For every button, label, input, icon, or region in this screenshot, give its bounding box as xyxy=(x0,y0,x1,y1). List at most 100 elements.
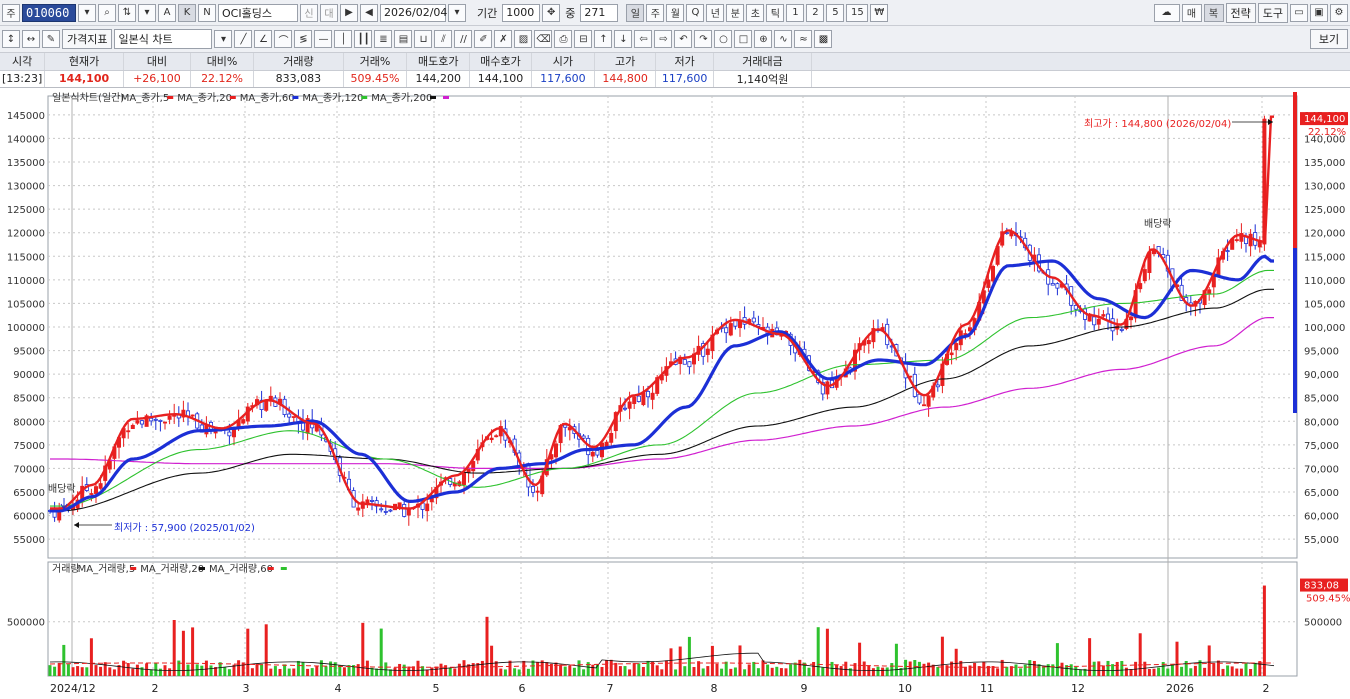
period-day-button[interactable]: 일 xyxy=(626,3,645,22)
cross-icon[interactable]: ✗ xyxy=(494,30,513,48)
candle-body xyxy=(167,415,172,420)
period-quarter-button[interactable]: Q xyxy=(686,3,705,22)
candle-body xyxy=(471,461,476,472)
price-tick-left: 90000 xyxy=(13,370,45,381)
folder-icon[interactable]: ▭ xyxy=(1290,3,1308,22)
interval-1-button[interactable]: 1 xyxy=(786,3,805,22)
period-week-button[interactable]: 주 xyxy=(646,3,665,22)
volume-bar xyxy=(917,661,921,676)
cycle-icon[interactable]: ⊔ xyxy=(414,30,433,48)
candle-body xyxy=(130,424,135,429)
volume-bar xyxy=(522,660,526,676)
volume-bar xyxy=(674,669,678,676)
volume-bar xyxy=(57,662,61,676)
arrow-right-icon[interactable]: ⇨ xyxy=(654,30,673,48)
view-button[interactable]: 보기 xyxy=(1310,29,1348,49)
count-input[interactable]: 271 xyxy=(580,3,619,22)
code-prefix[interactable]: 주 xyxy=(2,3,20,22)
parallel-icon[interactable]: // xyxy=(454,30,473,48)
save-icon[interactable]: ▣ xyxy=(1310,3,1328,22)
grid-lines-icon[interactable]: ┃┃ xyxy=(354,30,373,48)
quote-open: 117,600 xyxy=(531,70,595,87)
fibo-icon[interactable]: ≣ xyxy=(374,30,393,48)
arrow-down-icon[interactable]: ↓ xyxy=(614,30,633,48)
strategy-button[interactable]: 전략 xyxy=(1225,2,1256,23)
interval-2-button[interactable]: 2 xyxy=(806,3,825,22)
candle-body xyxy=(531,486,536,493)
mode-a-button[interactable]: A xyxy=(158,3,176,22)
eraser-icon[interactable]: ⌫ xyxy=(534,30,553,48)
edit-icon[interactable]: ✎ xyxy=(42,30,60,48)
angle-icon[interactable]: ∠ xyxy=(254,30,273,48)
color-icon[interactable]: ▨ xyxy=(514,30,533,48)
price-tick-left: 100000 xyxy=(7,323,45,334)
volume-bar xyxy=(1249,668,1253,676)
wave2-icon[interactable]: ≈ xyxy=(794,30,813,48)
zoom-icon[interactable]: ⊕ xyxy=(754,30,773,48)
trendline-icon[interactable]: ╱ xyxy=(234,30,253,48)
mode-n-button[interactable]: N xyxy=(198,3,216,22)
back-icon[interactable]: ◀ xyxy=(360,3,378,22)
date-input[interactable]: 2026/02/04 xyxy=(380,3,447,22)
channel-icon[interactable]: ⫽ xyxy=(434,30,453,48)
multi-button[interactable]: 복 xyxy=(1203,3,1224,22)
cloud-icon[interactable]: ☁ xyxy=(1153,3,1180,22)
table-icon[interactable]: ▤ xyxy=(394,30,413,48)
volume-legend-item: MA_거래량,60 xyxy=(209,563,273,575)
volume-bar xyxy=(678,646,682,676)
sort-dropdown-icon[interactable]: ▾ xyxy=(138,3,156,22)
search-icon[interactable]: ⌕ xyxy=(98,3,116,22)
camera-icon[interactable]: ⎙ xyxy=(554,30,573,48)
stock-code-input[interactable]: 010060 xyxy=(22,3,76,22)
period-month-button[interactable]: 월 xyxy=(666,3,685,22)
volume-bar xyxy=(158,668,162,676)
quote-high: 144,800 xyxy=(594,70,657,87)
period-second-button[interactable]: 초 xyxy=(746,3,765,22)
volume-bar xyxy=(904,659,908,676)
volume-bar xyxy=(825,628,829,676)
wave-icon[interactable]: ∿ xyxy=(774,30,793,48)
rectangle-icon[interactable]: □ xyxy=(734,30,753,48)
horizontal-arrows-icon[interactable]: ↔ xyxy=(22,30,40,48)
arrow-up-icon[interactable]: ↑ xyxy=(594,30,613,48)
image-icon[interactable]: ▩ xyxy=(814,30,833,48)
volume-bar xyxy=(53,666,57,676)
period-tick-button[interactable]: 틱 xyxy=(766,3,785,22)
fan-icon[interactable]: ≶ xyxy=(294,30,313,48)
candle-body xyxy=(388,509,393,512)
code-dropdown-icon[interactable]: ▾ xyxy=(78,3,96,22)
chart-type-select[interactable]: 일본식 차트 xyxy=(114,29,213,49)
interval-15-button[interactable]: 15 xyxy=(846,3,869,22)
arrow-left-icon[interactable]: ⇦ xyxy=(634,30,653,48)
vertical-arrows-icon[interactable]: ↕ xyxy=(2,30,20,48)
interval-5-button[interactable]: 5 xyxy=(826,3,845,22)
period-input[interactable]: 1000 xyxy=(502,3,541,22)
pencil-icon[interactable]: ✐ xyxy=(474,30,493,48)
settings-icon[interactable]: ⚙ xyxy=(1330,3,1348,22)
undo-icon[interactable]: ↶ xyxy=(674,30,693,48)
play-icon[interactable]: ▶ xyxy=(340,3,358,22)
chart-type-dropdown-icon[interactable]: ▾ xyxy=(214,30,233,48)
cursor-icon[interactable]: ✥ xyxy=(542,3,561,22)
period-year-button[interactable]: 년 xyxy=(706,3,725,22)
date-dropdown-icon[interactable]: ▾ xyxy=(448,3,466,22)
stock-name-field[interactable]: OCI홀딩스 xyxy=(218,3,298,22)
buy-button[interactable]: 매 xyxy=(1181,3,1202,22)
circle-icon[interactable]: ○ xyxy=(714,30,733,48)
vertical-line-icon[interactable]: │ xyxy=(334,30,353,48)
chart-area[interactable]: 55000 55,000 60000 60,000 65000 65,000 70000 70… xyxy=(0,88,1350,696)
price-indicator-button[interactable]: 가격지표 xyxy=(62,29,113,49)
ruler-icon[interactable]: ⊟ xyxy=(574,30,593,48)
volume-bar xyxy=(181,630,185,676)
price-tick-right: 105,000 xyxy=(1304,299,1345,310)
redo-icon[interactable]: ↷ xyxy=(694,30,713,48)
volume-bar xyxy=(103,662,107,676)
currency-button[interactable]: ₩ xyxy=(870,3,889,22)
arc-icon[interactable]: ⌒ xyxy=(274,30,293,48)
horizontal-line-icon[interactable]: — xyxy=(314,30,333,48)
period-minute-button[interactable]: 분 xyxy=(726,3,745,22)
sort-icon[interactable]: ⇅ xyxy=(118,3,136,22)
mode-k-button[interactable]: K xyxy=(178,3,196,22)
tools-button[interactable]: 도구 xyxy=(1257,2,1288,23)
volume-bar xyxy=(1051,664,1055,676)
